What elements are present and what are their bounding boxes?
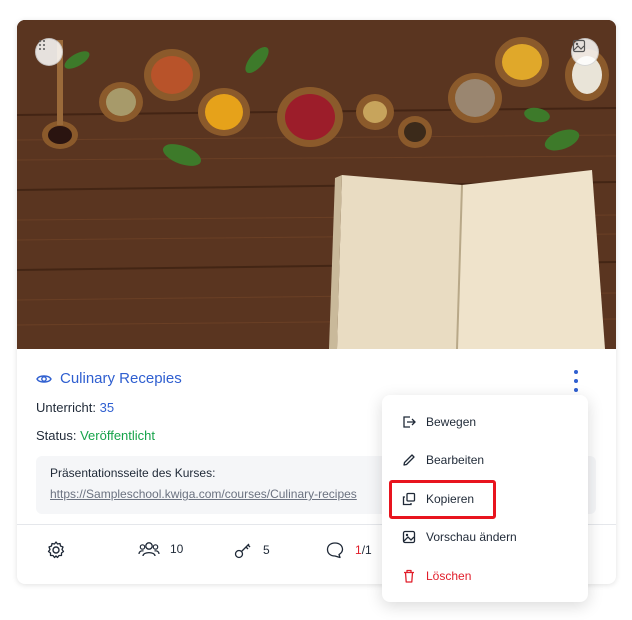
comments-stat[interactable]: 1/1 [325,540,372,560]
kebab-dot-icon [574,370,578,374]
change-cover-button[interactable] [571,38,599,66]
trash-icon [401,568,417,584]
settings-button[interactable] [46,540,66,560]
lessons-row: Unterricht: 35 [36,400,114,415]
presentation-link[interactable]: https://Sampleschool.kwiga.com/courses/C… [50,487,370,501]
status-label: Status: [36,428,77,443]
eye-icon [36,374,52,383]
menu-item-edit[interactable]: Bearbeiten [382,441,588,479]
keys-count: 5 [263,543,270,557]
kebab-dot-icon [574,379,578,383]
gear-icon [47,541,65,559]
drag-dots-icon [39,40,45,50]
presentation-label: Präsentationsseite des Kurses: [50,466,216,480]
lessons-count: 35 [99,400,115,415]
students-count: 10 [170,542,184,556]
comments-total-count: /1 [361,543,372,557]
move-icon [401,414,417,430]
more-options-button[interactable] [569,370,583,392]
key-icon [234,543,251,559]
status-row: Status: Veröffentlicht [36,428,155,443]
kebab-dot-icon [574,388,578,392]
menu-item-label: Bearbeiten [426,453,485,467]
comments-new-count: 1 [355,543,362,557]
comment-icon [326,542,344,559]
students-stat[interactable]: 10 [138,540,183,558]
menu-item-label: Vorschau ändern [426,530,517,544]
users-icon [138,542,160,557]
course-cover-image [17,20,616,349]
course-title-row[interactable]: Culinary Recepies [36,370,182,387]
menu-item-move[interactable]: Bewegen [382,403,588,441]
drag-handle-button[interactable] [35,38,63,66]
keys-stat[interactable]: 5 [233,540,270,560]
menu-item-delete[interactable]: Löschen [382,557,588,595]
menu-item-label: Bewegen [426,415,477,429]
highlight-box [389,480,496,519]
status-value: Veröffentlicht [80,428,156,443]
pencil-icon [401,452,417,468]
comments-count: 1/1 [355,543,372,557]
menu-item-change-preview[interactable]: Vorschau ändern [382,518,588,556]
course-title[interactable]: Culinary Recepies [60,370,182,387]
menu-item-label: Löschen [426,569,472,583]
image-icon [401,529,417,545]
image-icon [572,39,586,53]
lessons-label: Unterricht: [36,400,96,415]
